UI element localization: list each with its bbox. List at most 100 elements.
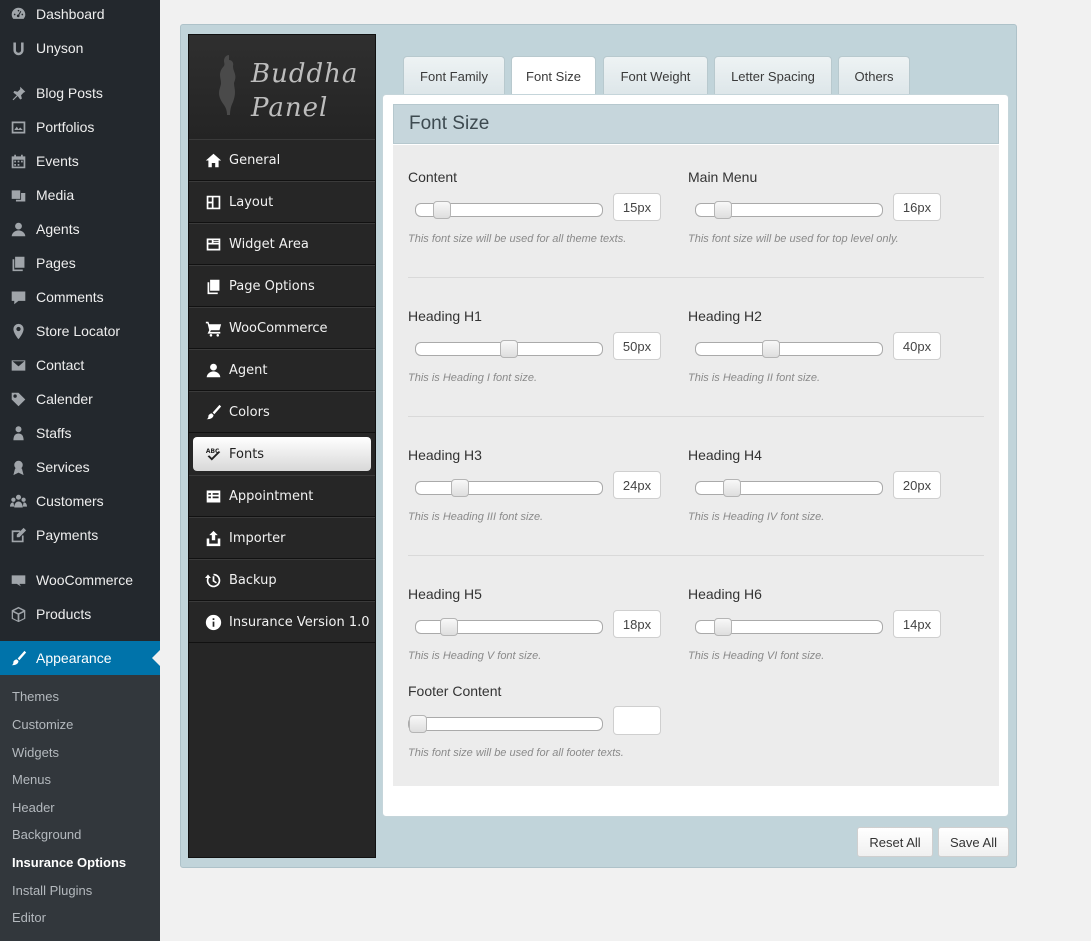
menu-services[interactable]: Services <box>0 450 160 484</box>
menu-media[interactable]: Media <box>0 178 160 212</box>
menu-products[interactable]: Products <box>0 597 160 631</box>
panel-nav-fonts[interactable]: ABC Fonts <box>193 437 371 471</box>
menu-portfolios[interactable]: Portfolios <box>0 110 160 144</box>
footer-content-size-slider[interactable] <box>408 715 603 733</box>
heading-h5-size-input[interactable]: 18px <box>613 610 661 638</box>
heading-h5-size-slider[interactable] <box>415 618 603 636</box>
submenu-customize[interactable]: Customize <box>12 717 73 732</box>
panel-nav-woocommerce[interactable]: WooCommerce <box>189 307 375 349</box>
submenu-install-plugins[interactable]: Install Plugins <box>12 883 92 898</box>
heading-h3-size-input[interactable]: 24px <box>613 471 661 499</box>
slider-handle[interactable] <box>714 201 732 219</box>
field-help-content: This font size will be used for all them… <box>408 233 627 245</box>
panel-nav-label: Fonts <box>229 446 265 462</box>
heading-h3-size-slider[interactable] <box>415 479 603 497</box>
panel-nav-colors[interactable]: Colors <box>189 391 375 433</box>
pages-icon <box>9 254 27 272</box>
save-all-button[interactable]: Save All <box>938 827 1009 857</box>
slider-handle[interactable] <box>409 715 427 733</box>
slider-handle[interactable] <box>500 340 518 358</box>
heading-h2-size-input[interactable]: 40px <box>893 332 941 360</box>
menu-appearance[interactable]: Appearance <box>0 641 160 675</box>
tab-others[interactable]: Others <box>838 56 910 95</box>
field-label-main-menu: Main Menu <box>688 169 758 185</box>
panel-nav-label: Backup <box>229 572 277 588</box>
heading-h1-size-input[interactable]: 50px <box>613 332 661 360</box>
menu-contact[interactable]: Contact <box>0 348 160 382</box>
panel-nav-agent[interactable]: Agent <box>189 349 375 391</box>
menu-label: Dashboard <box>36 6 105 22</box>
menu-woocommerce[interactable]: WooCommerce <box>0 563 160 597</box>
panel-nav-backup[interactable]: Backup <box>189 559 375 601</box>
heading-h6-size-input[interactable]: 14px <box>893 610 941 638</box>
menu-label: Unyson <box>36 40 84 56</box>
mail-icon <box>9 356 27 374</box>
panel-nav-label: Appointment <box>229 488 314 504</box>
slider-handle[interactable] <box>433 201 451 219</box>
cube-icon <box>9 605 27 623</box>
heading-h2-size-slider[interactable] <box>695 340 883 358</box>
tab-font-weight[interactable]: Font Weight <box>603 56 708 95</box>
submenu-header[interactable]: Header <box>12 800 55 815</box>
main-menu-size-slider[interactable] <box>695 201 883 219</box>
home-icon <box>204 151 222 169</box>
panel-nav-label: WooCommerce <box>229 320 328 336</box>
menu-pages[interactable]: Pages <box>0 246 160 280</box>
heading-h6-size-slider[interactable] <box>695 618 883 636</box>
menu-staffs[interactable]: Staffs <box>0 416 160 450</box>
field-help-heading-h2: This is Heading II font size. <box>688 372 821 384</box>
dashboard-icon <box>9 5 27 23</box>
portfolio-icon <box>9 118 27 136</box>
panel-nav-insurance-version[interactable]: Insurance Version 1.0 <box>189 601 375 643</box>
menu-unyson[interactable]: Unyson <box>0 31 160 65</box>
menu-agents[interactable]: Agents <box>0 212 160 246</box>
panel-nav-general[interactable]: General <box>189 139 375 181</box>
menu-blog-posts[interactable]: Blog Posts <box>0 76 160 110</box>
menu-customers[interactable]: Customers <box>0 484 160 518</box>
slider-handle[interactable] <box>451 479 469 497</box>
heading-h1-size-slider[interactable] <box>415 340 603 358</box>
divider <box>408 555 984 556</box>
heading-h4-size-input[interactable]: 20px <box>893 471 941 499</box>
content-size-slider[interactable] <box>415 201 603 219</box>
menu-comments[interactable]: Comments <box>0 280 160 314</box>
slider-handle[interactable] <box>714 618 732 636</box>
main-menu-size-input[interactable]: 16px <box>893 193 941 221</box>
menu-label: Agents <box>36 221 80 237</box>
submenu-themes[interactable]: Themes <box>12 689 59 704</box>
menu-events[interactable]: Events <box>0 144 160 178</box>
panel-nav-widget-area[interactable]: Widget Area <box>189 223 375 265</box>
reset-all-button[interactable]: Reset All <box>857 827 933 857</box>
panel-nav-label: Importer <box>229 530 286 546</box>
field-label-content: Content <box>408 169 458 185</box>
content-size-input[interactable]: 15px <box>613 193 661 221</box>
submenu-editor[interactable]: Editor <box>12 910 46 925</box>
footer-content-size-input[interactable] <box>613 706 661 735</box>
field-help-heading-h4: This is Heading IV font size. <box>688 511 825 523</box>
submenu-background[interactable]: Background <box>12 827 81 842</box>
panel-nav-appointment[interactable]: Appointment <box>189 475 375 517</box>
menu-store-locator[interactable]: Store Locator <box>0 314 160 348</box>
heading-h4-size-slider[interactable] <box>695 479 883 497</box>
tab-font-size[interactable]: Font Size <box>511 56 596 96</box>
submenu-menus[interactable]: Menus <box>12 772 51 787</box>
slider-handle[interactable] <box>723 479 741 497</box>
panel-nav-importer[interactable]: Importer <box>189 517 375 559</box>
slider-handle[interactable] <box>440 618 458 636</box>
slider-handle[interactable] <box>762 340 780 358</box>
panel-nav-label: General <box>229 152 281 168</box>
submenu-widgets[interactable]: Widgets <box>12 745 59 760</box>
panel-nav-page-options[interactable]: Page Options <box>189 265 375 307</box>
field-help-heading-h3: This is Heading III font size. <box>408 511 544 523</box>
tab-font-family[interactable]: Font Family <box>403 56 505 95</box>
menu-payments[interactable]: Payments <box>0 518 160 552</box>
menu-calender[interactable]: Calender <box>0 382 160 416</box>
tab-letter-spacing[interactable]: Letter Spacing <box>714 56 832 95</box>
menu-dashboard[interactable]: Dashboard <box>0 0 160 31</box>
panel-nav-label: Colors <box>229 404 270 420</box>
submenu-insurance-options[interactable]: Insurance Options <box>12 855 126 870</box>
menu-label: Comments <box>36 289 104 305</box>
unyson-icon <box>9 39 27 57</box>
panel-nav-layout[interactable]: Layout <box>189 181 375 223</box>
woo-icon <box>9 571 27 589</box>
